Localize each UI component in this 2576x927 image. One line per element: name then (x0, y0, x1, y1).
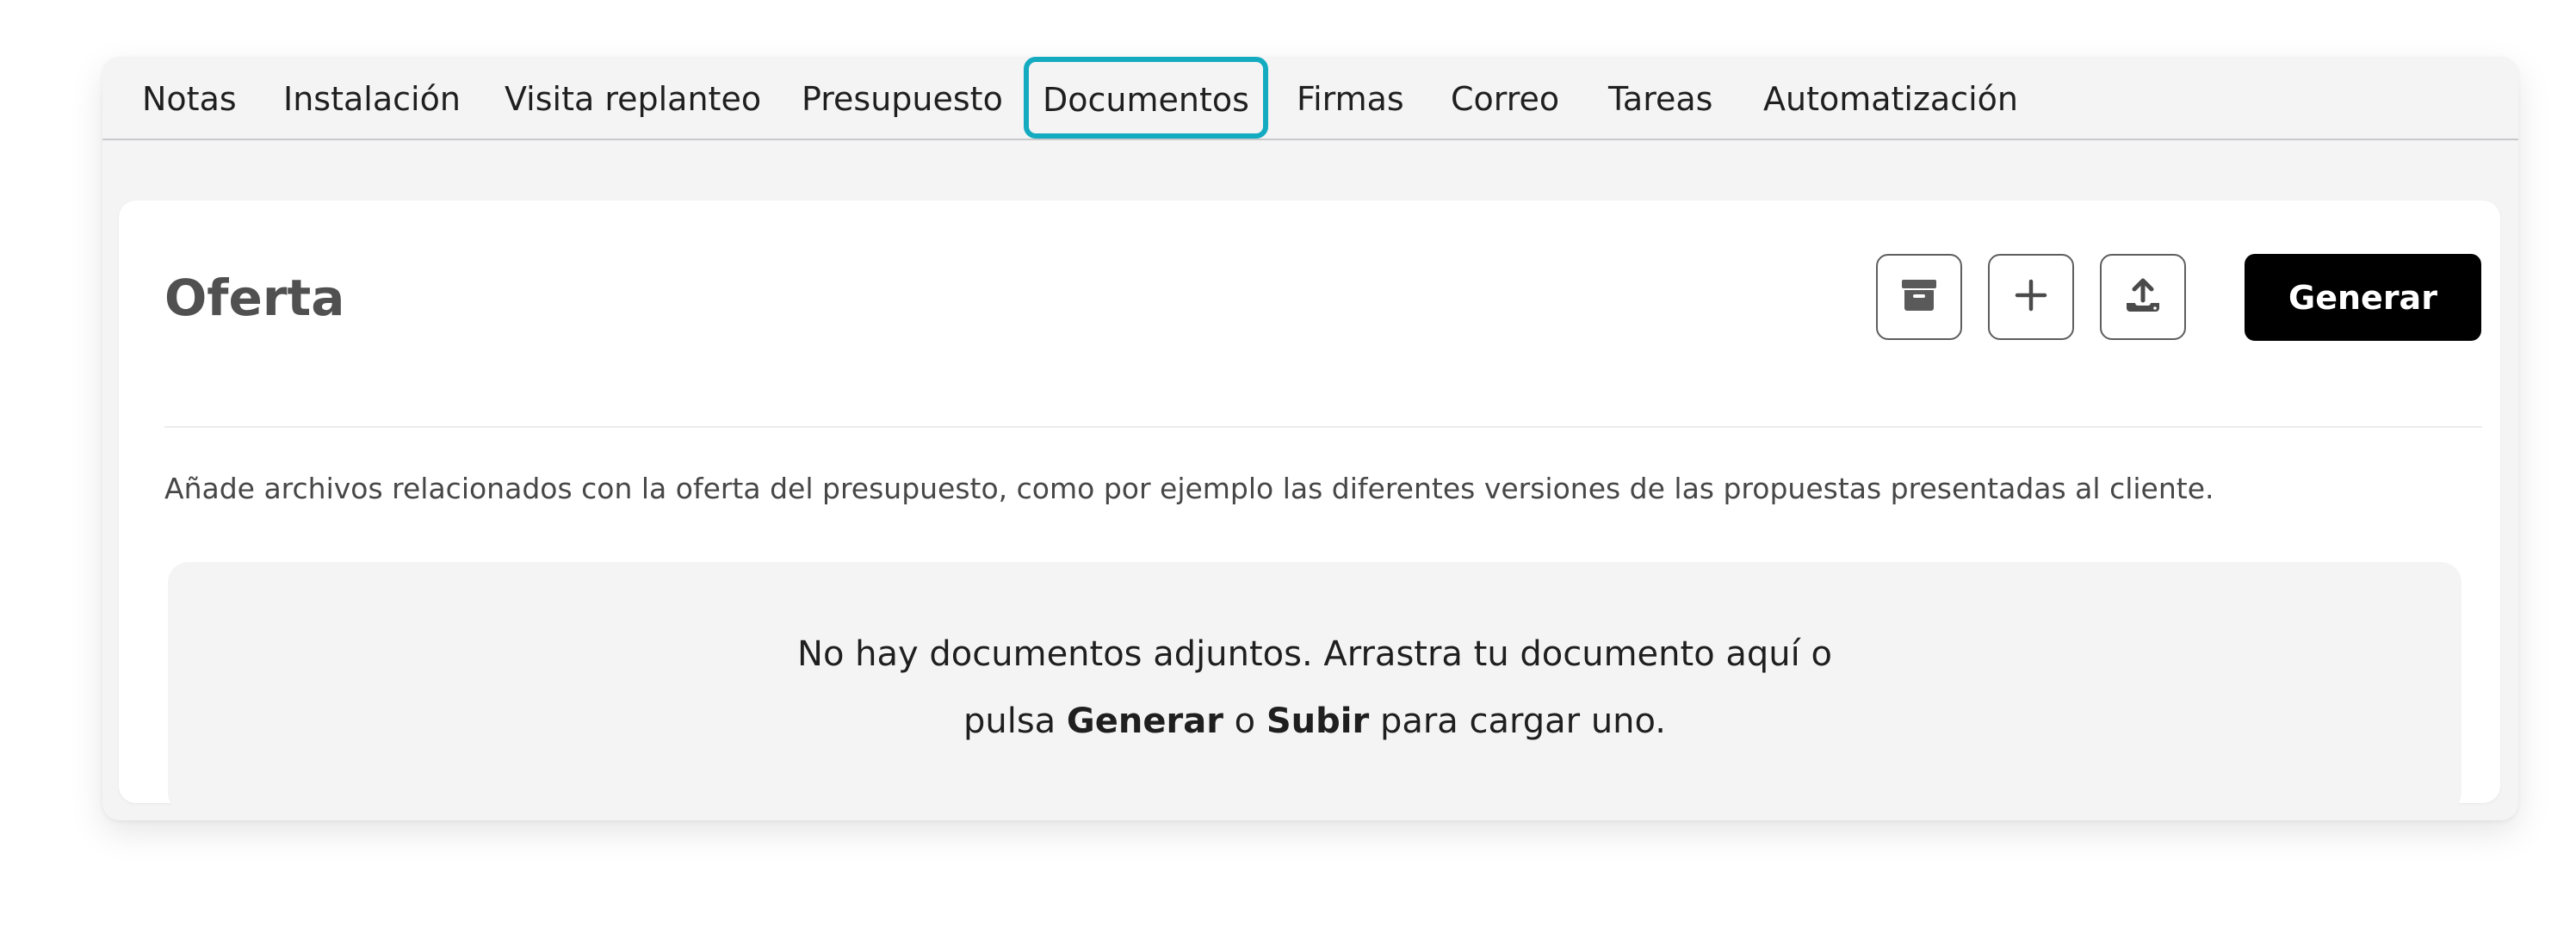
tab-firmas[interactable]: Firmas (1297, 77, 1404, 121)
tabs-panel: Notas Instalación Visita replanteo Presu… (102, 57, 2518, 820)
tab-tareas[interactable]: Tareas (1608, 77, 1712, 121)
tab-visita-replanteo[interactable]: Visita replanteo (505, 77, 761, 121)
tab-presupuesto[interactable]: Presupuesto (802, 77, 1003, 121)
card-divider (164, 426, 2482, 428)
dropzone-message-line2: pulsa Generar o Subir para cargar uno. (168, 695, 2461, 747)
tab-automatizacion[interactable]: Automatización (1763, 77, 2018, 121)
oferta-card: Oferta Generar Añade archivos relacionad… (119, 201, 2500, 813)
tab-instalacion[interactable]: Instalación (283, 77, 461, 121)
card-title: Oferta (164, 269, 345, 327)
dropzone-upload-text: Subir (1266, 701, 1370, 741)
card-description: Añade archivos relacionados con la ofert… (164, 472, 2214, 505)
archive-button[interactable] (1876, 254, 1962, 340)
plus-icon (2012, 276, 2050, 318)
tab-documentos[interactable]: Documentos (1024, 57, 1268, 139)
tab-bar: Notas Instalación Visita replanteo Presu… (102, 57, 2518, 140)
archive-icon (1898, 275, 1940, 319)
upload-icon (2121, 274, 2164, 320)
dropzone-generate-text: Generar (1066, 701, 1223, 741)
add-button[interactable] (1988, 254, 2074, 340)
document-dropzone[interactable]: No hay documentos adjuntos. Arrastra tu … (168, 562, 2461, 813)
dropzone-prefix: pulsa (963, 701, 1056, 741)
dropzone-suffix: para cargar uno. (1379, 701, 1667, 741)
dropzone-or-text: o (1234, 701, 1256, 741)
upload-button[interactable] (2100, 254, 2186, 340)
tab-correo[interactable]: Correo (1451, 77, 1559, 121)
tab-notas[interactable]: Notas (142, 77, 237, 121)
generar-button[interactable]: Generar (2245, 254, 2481, 341)
dropzone-message-line1: No hay documentos adjuntos. Arrastra tu … (797, 634, 1832, 674)
